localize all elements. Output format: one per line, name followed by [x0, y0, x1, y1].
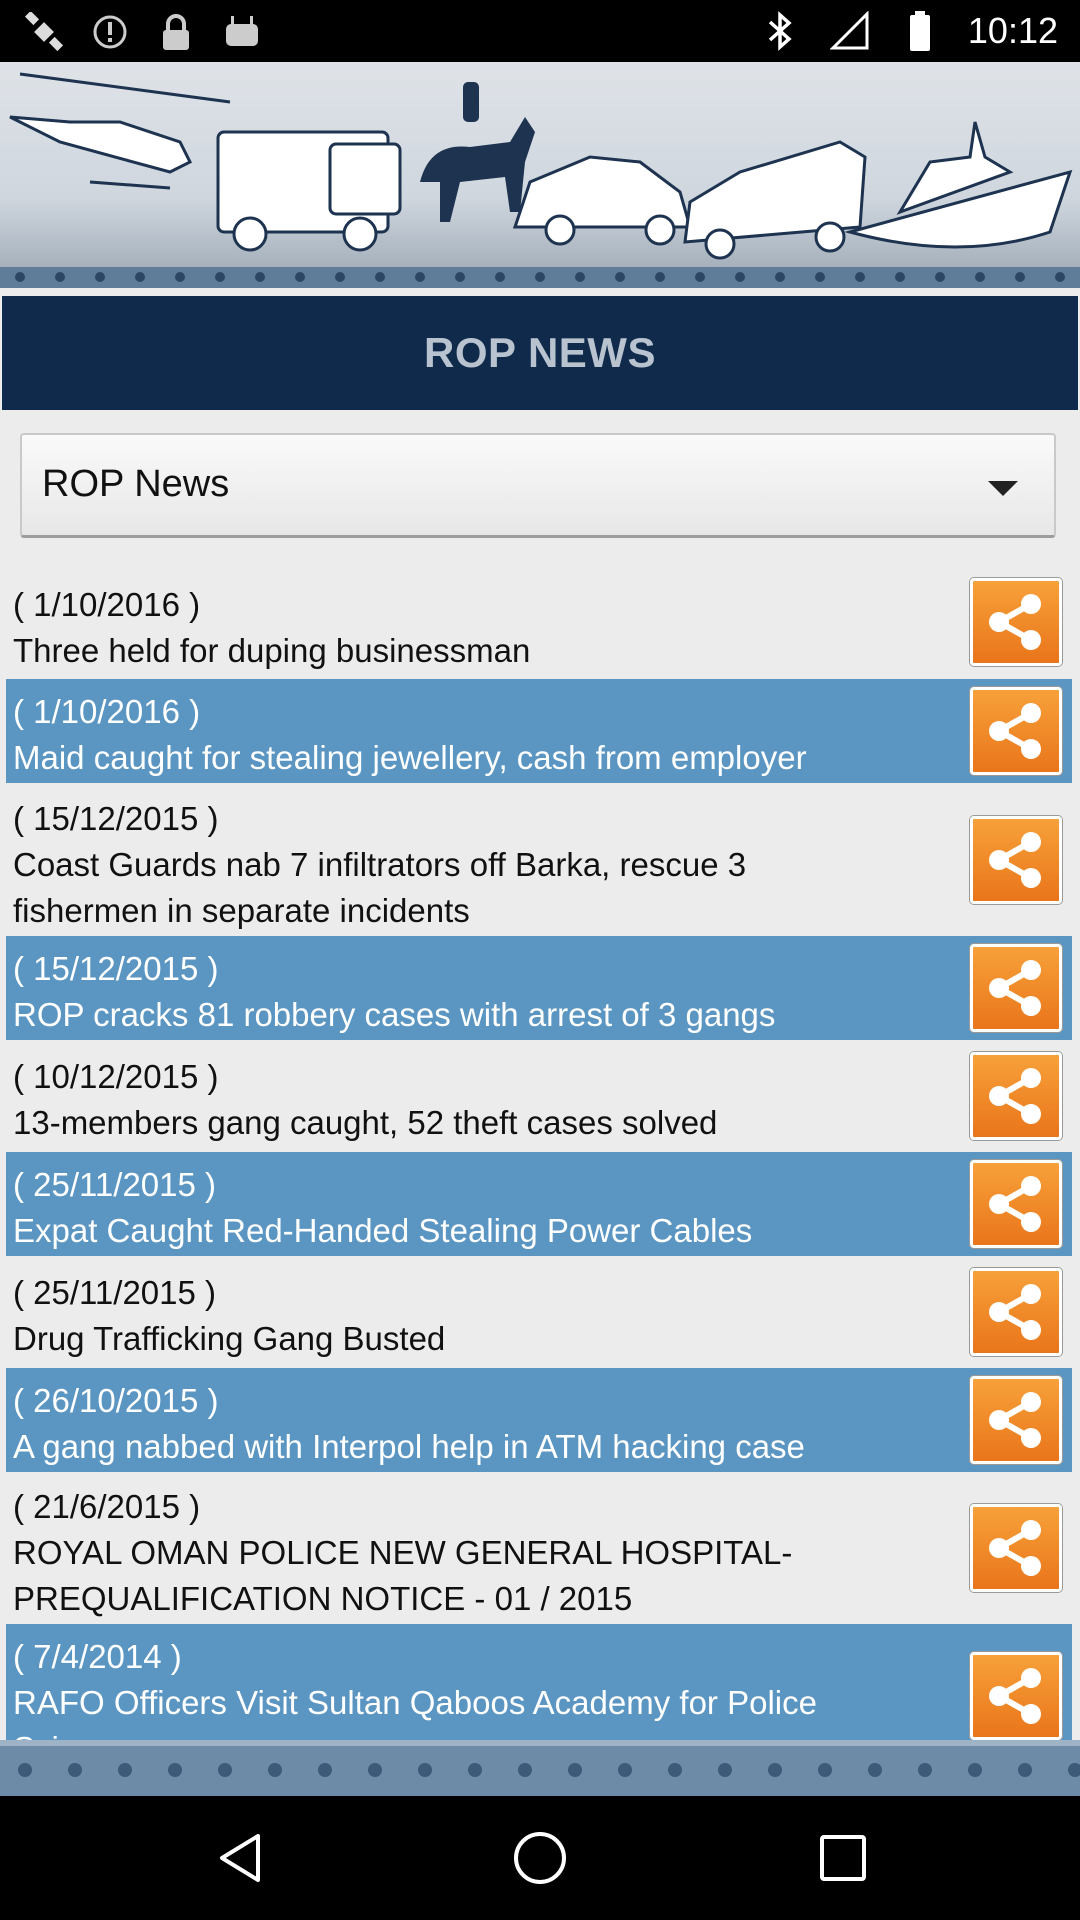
news-date: ( 25/11/2015 ) [13, 1166, 217, 1203]
news-date: ( 15/12/2015 ) [13, 800, 219, 837]
news-headline: 13-members gang caught, 52 theft cases s… [13, 1104, 718, 1141]
share-button[interactable] [970, 1504, 1062, 1592]
share-button[interactable] [970, 687, 1062, 775]
news-headline: ROP cracks 81 robbery cases with arrest … [13, 996, 776, 1033]
android-icon [220, 10, 264, 54]
category-dropdown[interactable]: ROP News [20, 433, 1056, 538]
home-button[interactable] [500, 1818, 580, 1898]
news-item[interactable]: ( 26/10/2015 ) A gang nabbed with Interp… [6, 1368, 1072, 1472]
share-button[interactable] [970, 944, 1062, 1032]
share-button[interactable] [970, 816, 1062, 904]
police-car-illustration [512, 155, 692, 246]
status-time: 10:12 [967, 10, 1058, 51]
share-button[interactable] [970, 1268, 1062, 1356]
system-nav-bar [0, 1796, 1080, 1920]
share-icon [989, 703, 1041, 759]
share-button[interactable] [970, 578, 1062, 666]
share-icon [989, 1668, 1041, 1724]
share-icon [989, 832, 1041, 888]
news-date: ( 1/10/2016 ) [13, 693, 201, 730]
news-headline: Coast Guards nab 7 infiltrators off Bark… [13, 846, 747, 883]
mounted-police-illustration [420, 82, 535, 222]
satellite-icon [22, 10, 66, 54]
page-title: ROP NEWS [424, 329, 656, 376]
lock-icon [154, 10, 198, 54]
page-title-bar: ROP NEWS [2, 296, 1078, 410]
ambulance-illustration [683, 140, 867, 260]
signal-off-icon [828, 9, 872, 53]
battery-icon [898, 9, 942, 53]
share-button[interactable] [970, 1160, 1062, 1248]
header-banner-illustration [0, 62, 1080, 288]
news-item[interactable]: ( 10/12/2015 ) 13-members gang caught, 5… [6, 1044, 1072, 1148]
recents-icon [820, 1835, 866, 1881]
news-date: ( 26/10/2015 ) [13, 1382, 219, 1419]
news-item[interactable]: ( 15/12/2015 ) Coast Guards nab 7 infilt… [6, 786, 1072, 932]
share-icon [989, 1284, 1041, 1340]
news-date: ( 25/11/2015 ) [13, 1274, 217, 1311]
news-headline-continued: Sciences [13, 1726, 963, 1740]
share-icon [989, 960, 1041, 1016]
share-button[interactable] [970, 1652, 1062, 1740]
news-item[interactable]: ( 15/12/2015 ) ROP cracks 81 robbery cas… [6, 936, 1072, 1040]
back-button[interactable] [200, 1818, 280, 1898]
news-date: ( 7/4/2014 ) [13, 1638, 182, 1675]
news-headline: Three held for duping businessman [13, 632, 531, 669]
share-icon [989, 1176, 1041, 1232]
patrol-boat-illustration [844, 121, 1073, 249]
news-headline: ROYAL OMAN POLICE NEW GENERAL HOSPITAL- [13, 1534, 793, 1571]
news-date: ( 15/12/2015 ) [13, 950, 219, 987]
category-dropdown-value: ROP News [42, 463, 230, 505]
alert-circle-icon [88, 10, 132, 54]
news-item[interactable]: ( 7/4/2014 ) RAFO Officers Visit Sultan … [6, 1624, 1072, 1740]
footer-decorative-band [0, 1740, 1080, 1796]
news-item[interactable]: ( 1/10/2016 ) Three held for duping busi… [6, 572, 1072, 676]
status-bar: 10:12 [0, 0, 1080, 62]
share-button[interactable] [970, 1376, 1062, 1464]
fire-truck-illustration [216, 130, 402, 252]
news-date: ( 1/10/2016 ) [13, 586, 201, 623]
news-headline-continued: fishermen in separate incidents [13, 892, 470, 929]
share-icon [989, 1392, 1041, 1448]
share-icon [989, 1520, 1041, 1576]
news-headline-continued: PREQUALIFICATION NOTICE - 01 / 2015 [13, 1580, 633, 1617]
news-item[interactable]: ( 25/11/2015 ) Drug Trafficking Gang Bus… [6, 1260, 1072, 1364]
news-headline: Expat Caught Red-Handed Stealing Power C… [13, 1212, 753, 1249]
recents-button[interactable] [803, 1818, 883, 1898]
helicopter-illustration [9, 72, 231, 190]
bluetooth-icon [758, 9, 802, 53]
news-headline: Drug Trafficking Gang Busted [13, 1320, 446, 1357]
share-button[interactable] [970, 1052, 1062, 1140]
share-icon [989, 1068, 1041, 1124]
share-icon [989, 594, 1041, 650]
news-date: ( 21/6/2015 ) [13, 1488, 201, 1525]
news-headline: RAFO Officers Visit Sultan Qaboos Academ… [13, 1684, 817, 1721]
news-list[interactable]: ( 1/10/2016 ) Three held for duping busi… [6, 572, 1072, 1740]
news-headline: A gang nabbed with Interpol help in ATM … [13, 1428, 805, 1465]
home-icon [514, 1832, 566, 1884]
news-item[interactable]: ( 1/10/2016 ) Maid caught for stealing j… [6, 679, 1072, 783]
chevron-down-icon [988, 481, 1018, 496]
news-item[interactable]: ( 21/6/2015 ) ROYAL OMAN POLICE NEW GENE… [6, 1474, 1072, 1620]
news-headline: Maid caught for stealing jewellery, cash… [13, 739, 807, 776]
news-item[interactable]: ( 25/11/2015 ) Expat Caught Red-Handed S… [6, 1152, 1072, 1256]
back-icon [220, 1834, 260, 1882]
news-date: ( 10/12/2015 ) [13, 1058, 219, 1095]
